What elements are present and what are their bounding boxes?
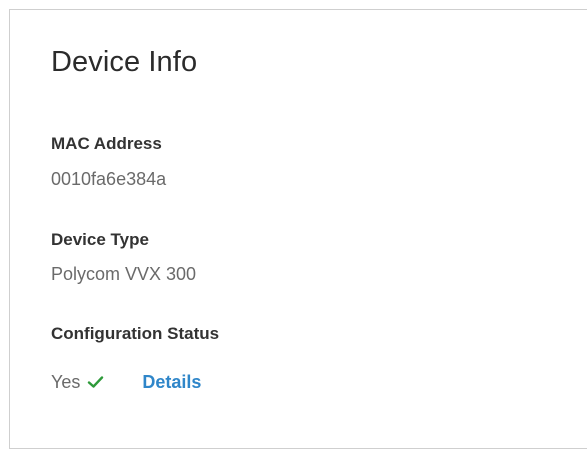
details-link[interactable]: Details [142,372,201,393]
device-type-value: Polycom VVX 300 [51,264,197,284]
device-info-card: Device Info MAC Address 0010fa6e384a Dev… [9,9,587,449]
check-icon [87,375,104,389]
configuration-status-value: Yes [51,371,81,392]
device-type-label: Device Type [51,230,149,249]
configuration-status-label: Configuration Status [51,324,220,343]
configuration-status-row: Yes Details [51,369,201,395]
mac-address-label: MAC Address [51,134,162,153]
mac-address-value: 0010fa6e384a [51,169,167,189]
card-title: Device Info [51,46,198,78]
